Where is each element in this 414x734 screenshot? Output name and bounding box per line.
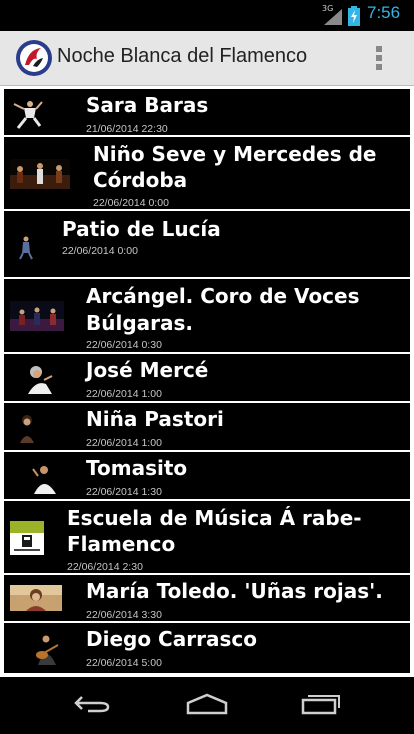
event-title: Sara Baras xyxy=(86,93,209,117)
event-date: 22/06/2014 5:00 xyxy=(86,657,162,669)
battery-icon xyxy=(348,6,360,26)
event-date: 22/06/2014 0:00 xyxy=(93,197,169,209)
overflow-menu-icon[interactable] xyxy=(371,44,387,72)
list-item[interactable]: Patio de Lucía 22/06/2014 0:00 xyxy=(4,211,410,277)
school-logo-icon xyxy=(10,521,44,555)
event-title: María Toledo. 'Uñas rojas'. xyxy=(86,579,383,603)
event-title: Patio de Lucía xyxy=(62,217,221,241)
singer-photo-icon xyxy=(22,360,56,394)
event-title: Córdoba xyxy=(93,168,188,192)
event-date: 22/06/2014 2:30 xyxy=(67,561,143,573)
back-icon[interactable] xyxy=(72,694,112,714)
portrait-photo-icon xyxy=(10,585,62,611)
event-title: Niña Pastori xyxy=(86,407,224,431)
event-date: 22/06/2014 0:00 xyxy=(62,245,138,257)
app-logo-icon[interactable] xyxy=(15,39,53,77)
event-title: José Mercé xyxy=(86,358,209,382)
singer-photo-icon xyxy=(12,409,42,443)
event-date: 22/06/2014 0:30 xyxy=(86,339,162,351)
event-date: 22/06/2014 1:00 xyxy=(86,437,162,449)
dancer-photo-icon xyxy=(14,231,38,261)
guitarist-photo-icon xyxy=(28,631,62,665)
event-title: Arcángel. Coro de Voces xyxy=(86,284,360,308)
navigation-bar xyxy=(0,677,414,734)
status-bar: 3G 7:56 xyxy=(0,0,414,31)
event-list: Sara Baras 21/06/2014 22:30 Niño Seve y … xyxy=(0,86,414,677)
signal-icon: 3G xyxy=(322,4,342,25)
event-date: 22/06/2014 1:30 xyxy=(86,486,162,498)
list-item[interactable]: María Toledo. 'Uñas rojas'. 22/06/2014 3… xyxy=(4,575,410,621)
singer-photo-icon xyxy=(28,460,62,494)
event-title: Tomasito xyxy=(86,456,188,480)
dancer-photo-icon xyxy=(10,96,44,130)
list-item[interactable]: Escuela de Música Á rabe- Flamenco 22/06… xyxy=(4,501,410,573)
event-date: 22/06/2014 3:30 xyxy=(86,609,162,621)
list-item[interactable]: Sara Baras 21/06/2014 22:30 xyxy=(4,89,410,135)
list-item[interactable]: José Mercé 22/06/2014 1:00 xyxy=(4,354,410,401)
stage-photo-icon xyxy=(10,301,64,331)
home-icon[interactable] xyxy=(185,693,229,715)
list-item[interactable]: Niño Seve y Mercedes de Córdoba 22/06/20… xyxy=(4,137,410,209)
clock: 7:56 xyxy=(367,3,401,22)
event-title: Flamenco xyxy=(67,532,176,556)
event-title: Búlgaras. xyxy=(86,311,194,335)
event-date: 22/06/2014 1:00 xyxy=(86,388,162,400)
list-item[interactable]: Niña Pastori 22/06/2014 1:00 xyxy=(4,403,410,450)
event-title: Diego Carrasco xyxy=(86,627,257,651)
list-item[interactable]: Tomasito 22/06/2014 1:30 xyxy=(4,452,410,499)
recent-apps-icon[interactable] xyxy=(301,693,341,715)
event-date: 21/06/2014 22:30 xyxy=(86,123,168,135)
app-title: Noche Blanca del Flamenco xyxy=(57,45,308,67)
event-title: Niño Seve y Mercedes de xyxy=(93,142,377,166)
list-item[interactable]: Arcángel. Coro de Voces Búlgaras. 22/06/… xyxy=(4,279,410,352)
action-bar: Noche Blanca del Flamenco xyxy=(0,31,414,86)
group-photo-icon xyxy=(10,159,70,189)
list-item[interactable]: Diego Carrasco 22/06/2014 5:00 xyxy=(4,623,410,673)
event-title: Escuela de Música Á rabe- xyxy=(67,506,362,530)
